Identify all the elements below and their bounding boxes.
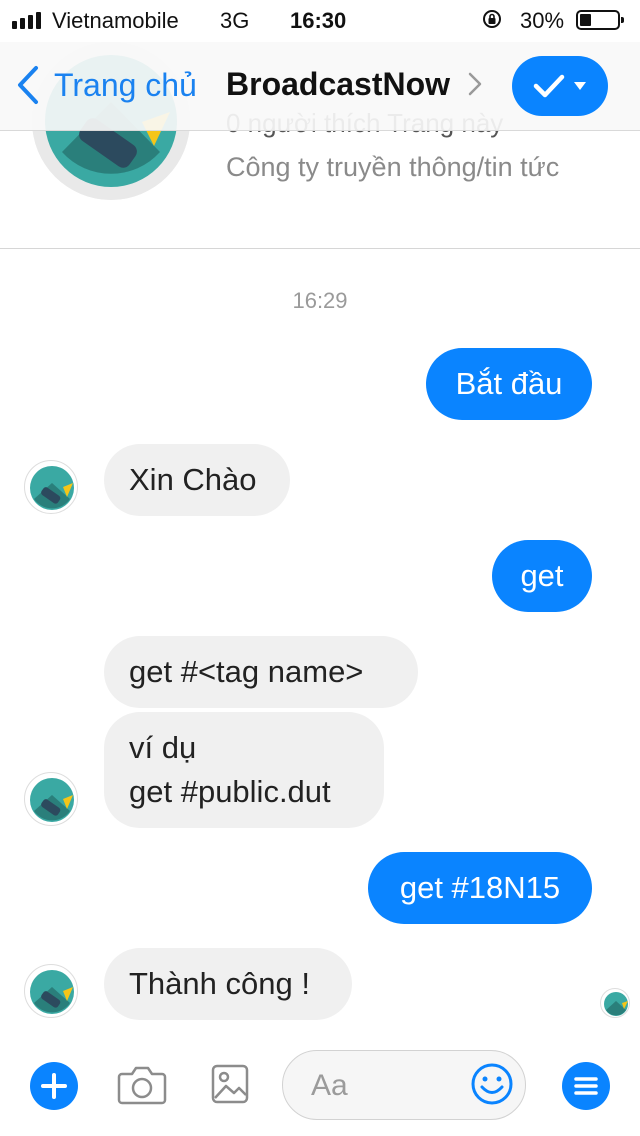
incoming-message[interactable]: ví dụ get #public.dut (104, 712, 384, 828)
signal-icon (12, 12, 41, 29)
plus-icon (41, 1073, 67, 1099)
menu-icon (574, 1077, 598, 1095)
chevron-right-icon[interactable] (468, 72, 482, 96)
back-button[interactable]: Trang chủ (16, 62, 197, 108)
status-bar: Vietnamobile 3G 16:30 30% (0, 0, 640, 42)
message-composer: Aa (0, 1040, 640, 1136)
back-button-label: Trang chủ (54, 66, 197, 103)
message-input-placeholder: Aa (311, 1069, 348, 1102)
checkmark-icon (533, 74, 565, 98)
carrier-name: Vietnamobile (52, 8, 179, 33)
gallery-icon[interactable] (210, 1062, 250, 1106)
incoming-message[interactable]: Xin Chào (104, 444, 290, 516)
quick-action-button[interactable] (512, 56, 608, 116)
incoming-message[interactable]: get #<tag name> (104, 636, 418, 708)
caret-down-icon (574, 82, 586, 90)
sender-avatar[interactable] (24, 964, 78, 1018)
status-time: 16:30 (290, 8, 347, 33)
network-type: 3G (220, 8, 250, 33)
navigation-bar: Trang chủ BroadcastNow (0, 42, 640, 131)
seen-indicator-avatar (600, 988, 630, 1018)
outgoing-message[interactable]: Bắt đầu (426, 348, 592, 420)
battery-icon (576, 10, 624, 30)
rotation-lock-icon (483, 10, 501, 28)
sender-avatar[interactable] (24, 772, 78, 826)
page-category: Công ty truyền thông/tin tức (226, 152, 560, 182)
more-actions-button[interactable] (30, 1062, 78, 1110)
outgoing-message[interactable]: get (492, 540, 592, 612)
message-timestamp: 16:29 (292, 288, 348, 313)
back-chevron-icon (18, 66, 38, 104)
emoji-icon[interactable] (470, 1062, 514, 1106)
message-line: get #public.dut (129, 774, 331, 809)
conversation-title[interactable]: BroadcastNow (226, 66, 450, 103)
sender-avatar[interactable] (24, 460, 78, 514)
camera-icon[interactable] (116, 1062, 168, 1106)
message-line: ví dụ (129, 730, 197, 765)
battery-percent: 30% (520, 8, 565, 33)
menu-button[interactable] (562, 1062, 610, 1110)
outgoing-message[interactable]: get #18N15 (368, 852, 592, 924)
incoming-message[interactable]: Thành công ! (104, 948, 352, 1020)
